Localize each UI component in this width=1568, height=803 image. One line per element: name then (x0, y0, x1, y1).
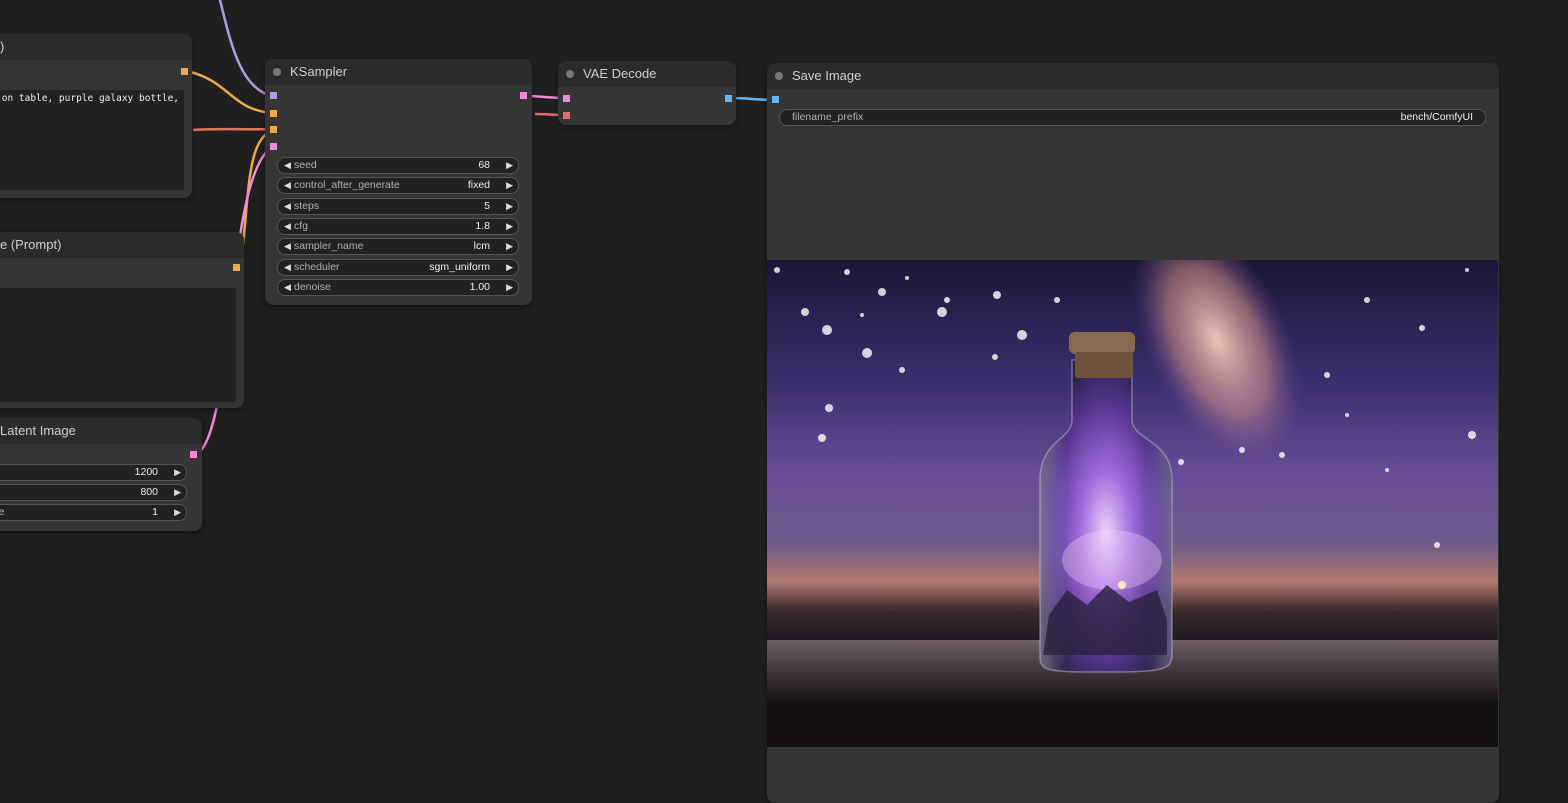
wire-clip (192, 127, 274, 132)
node-title: VAE Decode (583, 66, 657, 81)
widget-label: cfg (294, 220, 309, 232)
height-widget[interactable]: 800 ▶ (0, 484, 187, 501)
widget-value: 68 (478, 159, 490, 171)
input-slot-samples[interactable] (563, 95, 570, 102)
widget-value: bench/ComfyUI (1400, 111, 1473, 123)
node-title-bar[interactable]: Save Image (767, 63, 1499, 89)
increment-arrow-icon[interactable]: ▶ (506, 219, 513, 234)
width-widget[interactable]: 1200 ▶ (0, 464, 187, 481)
filename-prefix-widget[interactable]: filename_prefix bench/ComfyUI (779, 109, 1486, 126)
node-title-bar[interactable]: ) (0, 34, 192, 60)
widget-value: 5 (484, 200, 490, 212)
node-clip-text-positive[interactable]: ) on table, purple galaxy bottle, (0, 34, 192, 198)
cfg-widget[interactable]: ◀ cfg 1.8 ▶ (277, 218, 519, 235)
widget-value: 800 (140, 486, 158, 498)
node-title: e (Prompt) (0, 237, 62, 252)
widget-label: denoise (294, 281, 331, 293)
widget-value: sgm_uniform (429, 261, 490, 273)
increment-arrow-icon[interactable]: ▶ (506, 158, 513, 173)
output-slot-conditioning[interactable] (181, 68, 188, 75)
output-slot-image[interactable] (725, 95, 732, 102)
node-title: KSampler (290, 64, 348, 79)
collapse-dot-icon[interactable] (273, 68, 281, 76)
widget-label: filename_prefix (792, 111, 864, 123)
decrement-arrow-icon[interactable]: ◀ (284, 239, 291, 254)
galaxy-bottle-image (767, 260, 1498, 747)
node-title-bar[interactable]: Latent Image (0, 418, 202, 444)
widget-label: steps (294, 200, 320, 212)
collapse-dot-icon[interactable] (775, 72, 783, 80)
input-slot-images[interactable] (772, 96, 779, 103)
sampler-name-widget[interactable]: ◀ sampler_name lcm ▶ (277, 238, 519, 255)
increment-arrow-icon[interactable]: ▶ (506, 199, 513, 214)
widget-value: 1 (152, 506, 158, 518)
node-title: Latent Image (0, 423, 76, 438)
node-ksampler[interactable]: KSampler ◀ seed 68 ▶ ◀ control_after_gen… (265, 59, 532, 305)
output-slot-latent[interactable] (520, 92, 527, 99)
widget-label: ize (0, 506, 5, 518)
scheduler-widget[interactable]: ◀ scheduler sgm_uniform ▶ (277, 259, 519, 276)
increment-arrow-icon[interactable]: ▶ (506, 260, 513, 275)
decrement-arrow-icon[interactable]: ◀ (284, 219, 291, 234)
collapse-dot-icon[interactable] (566, 70, 574, 78)
steps-widget[interactable]: ◀ steps 5 ▶ (277, 198, 519, 215)
widget-label: control_after_generate (294, 179, 400, 191)
node-clip-text-negative[interactable]: e (Prompt) (0, 232, 244, 408)
widget-label: sampler_name (294, 240, 364, 252)
increment-arrow-icon[interactable]: ▶ (174, 505, 181, 520)
increment-arrow-icon[interactable]: ▶ (174, 465, 181, 480)
decrement-arrow-icon[interactable]: ◀ (284, 280, 291, 295)
node-title-bar[interactable]: KSampler (265, 59, 532, 85)
control-after-generate-widget[interactable]: ◀ control_after_generate fixed ▶ (277, 177, 519, 194)
node-vae-decode[interactable]: VAE Decode (558, 61, 736, 125)
prompt-textarea[interactable]: on table, purple galaxy bottle, (0, 90, 184, 190)
output-slot-latent[interactable] (190, 451, 197, 458)
input-slot-model[interactable] (270, 92, 277, 99)
input-slot-vae[interactable] (563, 112, 570, 119)
decrement-arrow-icon[interactable]: ◀ (284, 178, 291, 193)
input-slot-positive[interactable] (270, 110, 277, 117)
node-graph-canvas[interactable]: ) on table, purple galaxy bottle, e (Pro… (0, 0, 1568, 803)
decrement-arrow-icon[interactable]: ◀ (284, 260, 291, 275)
widget-value: 1200 (134, 466, 158, 478)
increment-arrow-icon[interactable]: ▶ (174, 485, 181, 500)
wire-positive (185, 69, 274, 115)
widget-value: 1.00 (469, 281, 490, 293)
denoise-widget[interactable]: ◀ denoise 1.00 ▶ (277, 279, 519, 296)
increment-arrow-icon[interactable]: ▶ (506, 178, 513, 193)
decrement-arrow-icon[interactable]: ◀ (284, 158, 291, 173)
node-title: ) (0, 39, 5, 54)
input-slot-latent-image[interactable] (270, 143, 277, 150)
widget-value: 1.8 (475, 220, 490, 232)
widget-value: lcm (473, 240, 490, 252)
increment-arrow-icon[interactable]: ▶ (506, 280, 513, 295)
seed-widget[interactable]: ◀ seed 68 ▶ (277, 157, 519, 174)
widget-label: scheduler (294, 261, 340, 273)
node-title: Save Image (792, 68, 862, 83)
increment-arrow-icon[interactable]: ▶ (506, 239, 513, 254)
input-slot-negative[interactable] (270, 126, 277, 133)
widget-value: fixed (467, 179, 490, 191)
node-title-bar[interactable]: VAE Decode (558, 61, 736, 87)
widget-label: seed (294, 159, 317, 171)
batch-size-widget[interactable]: ize 1 ▶ (0, 504, 187, 521)
output-slot-conditioning[interactable] (233, 264, 240, 271)
prompt-textarea[interactable] (0, 288, 236, 402)
node-empty-latent-image[interactable]: Latent Image 1200 ▶ 800 ▶ ize 1 ▶ (0, 418, 202, 531)
decrement-arrow-icon[interactable]: ◀ (284, 199, 291, 214)
node-title-bar[interactable]: e (Prompt) (0, 232, 244, 258)
generated-image-preview[interactable] (767, 260, 1498, 747)
